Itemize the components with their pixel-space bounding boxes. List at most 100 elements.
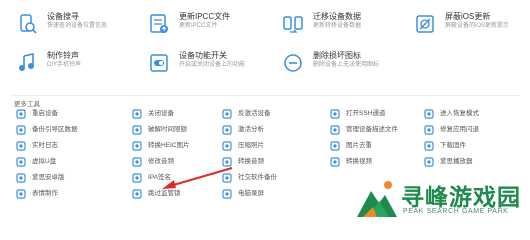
terminal-icon xyxy=(330,109,340,119)
tool-item[interactable]: 转换视频 xyxy=(330,156,372,168)
feature-title: 更新IPCC文件 xyxy=(179,12,231,21)
feature-block-ios-update[interactable]: 屏蔽iOS更新屏蔽设备的iOS更新提示 xyxy=(414,12,509,35)
feature-ipcc-update[interactable]: 更新IPCC文件 更新IPCC文件 xyxy=(148,12,230,35)
tool-label: 重启设备 xyxy=(32,110,58,117)
dedupe-photo-icon xyxy=(330,141,340,151)
tool-label: 修复应用闪退 xyxy=(440,126,479,133)
tool-label: 虚拟U盘 xyxy=(32,158,57,165)
tool-label: 修改音频 xyxy=(148,158,174,165)
feature-function-switch[interactable]: 设备功能开关开启或关闭设备上的功能 xyxy=(148,51,245,74)
feature-title: 设备搜寻 xyxy=(47,12,79,21)
unlock-time-icon xyxy=(132,125,142,135)
feature-title: 设备功能开关 xyxy=(179,51,227,60)
tool-item[interactable]: 破解时间限额 xyxy=(132,124,187,136)
feature-desc: 更新转移设备数据 xyxy=(313,23,362,29)
tool-item[interactable]: 爱思安卓版 xyxy=(16,172,65,184)
tool-label: 实时日志 xyxy=(32,142,58,149)
power-off-icon xyxy=(132,109,142,119)
tool-item[interactable]: 关闭设备 xyxy=(132,108,174,120)
tool-item[interactable]: 激活分析 xyxy=(222,124,264,136)
tool-item[interactable]: 爱思播放器 xyxy=(424,156,473,168)
tool-item[interactable]: 电脑录屏 xyxy=(222,188,264,200)
skip-supervision-icon xyxy=(132,189,142,199)
feature-title: 制作铃声 xyxy=(47,51,79,60)
backup-boot-icon xyxy=(16,125,26,135)
feature-desc: 开启或关闭设备上的功能 xyxy=(179,62,246,68)
activation-analysis-icon xyxy=(222,125,232,135)
tool-item[interactable]: 下载固件 xyxy=(424,140,466,152)
convert-audio-icon xyxy=(222,157,232,167)
tool-label: 转换HEIC图片 xyxy=(148,142,190,149)
tool-label: 打开SSH通道 xyxy=(346,110,386,117)
profile-manage-icon xyxy=(330,125,340,135)
tool-item[interactable]: 重启设备 xyxy=(16,108,58,120)
feature-ringtone[interactable]: 制作铃声 DIY手机铃声 xyxy=(16,51,81,74)
tool-label: 跳过监管锁 xyxy=(148,190,181,197)
repair-app-icon xyxy=(424,125,434,135)
watermark-text-en: PEAK SEARCH GAME PARK xyxy=(403,208,509,215)
feature-title: 屏蔽iOS更新 xyxy=(445,12,491,21)
tool-item[interactable]: 虚拟U盘 xyxy=(16,156,56,168)
recovery-mode-icon xyxy=(424,109,434,119)
block-ios-update-icon xyxy=(414,13,436,35)
tool-label: 转换音频 xyxy=(238,158,264,165)
player-icon xyxy=(424,157,434,167)
mountain-logo-icon xyxy=(357,181,397,217)
feature-title: 迁移设备数据 xyxy=(313,12,361,21)
tool-item[interactable]: IPA签名 xyxy=(132,172,171,184)
feature-desc: 屏蔽设备的iOS更新提示 xyxy=(445,23,510,29)
tool-label: 管理设备描述文件 xyxy=(346,126,398,133)
tool-label: 爱思安卓版 xyxy=(32,174,65,181)
edit-audio-icon xyxy=(132,157,142,167)
ipa-sign-icon xyxy=(132,173,142,183)
feature-grid: 设备搜寻 快速查询设备位置信息 更新IPCC文件 更新IPCC文件 迁移设备数据 更新… xyxy=(0,0,530,96)
tool-item[interactable]: 图片去重 xyxy=(330,140,372,152)
tool-item[interactable]: 社交软件备份 xyxy=(222,172,277,184)
emoji-icon xyxy=(16,189,26,199)
tool-item[interactable]: 表情制作 xyxy=(16,188,58,200)
tool-item[interactable]: 反激活设备 xyxy=(222,108,271,120)
feature-delete-broken-icon[interactable]: 删除损坏图标 删除设备上无法使用图标 xyxy=(282,51,379,74)
feature-desc: DIY手机铃声 xyxy=(47,62,82,68)
tool-label: 社交软件备份 xyxy=(238,174,277,181)
feature-desc: 更新IPCC文件 xyxy=(179,23,218,29)
tool-item[interactable]: 修复应用闪退 xyxy=(424,124,479,136)
feature-desc: 快速查询设备位置信息 xyxy=(47,23,108,29)
more-tools-heading: 更多工具 xyxy=(14,101,40,108)
tool-label: 转换视频 xyxy=(346,158,372,165)
tool-item[interactable]: 备份引导区数据 xyxy=(16,124,78,136)
feature-migrate-data[interactable]: 迁移设备数据 更新转移设备数据 xyxy=(282,12,361,35)
tool-item[interactable]: 压缩照片 xyxy=(222,140,264,152)
tool-label: 表情制作 xyxy=(32,190,58,197)
delete-broken-icon xyxy=(282,52,304,74)
android-icon xyxy=(16,173,26,183)
watermark-text-cn: 寻峰游戏园 xyxy=(401,185,521,211)
tool-label: 激活分析 xyxy=(238,126,264,133)
tool-item[interactable]: 实时日志 xyxy=(16,140,58,152)
tool-label: 反激活设备 xyxy=(238,110,271,117)
tool-item[interactable]: 转换HEIC图片 xyxy=(132,140,190,152)
tool-item[interactable]: 修改音频 xyxy=(132,156,174,168)
tool-label: 进入恢复模式 xyxy=(440,110,479,117)
screen-record-icon xyxy=(222,189,232,199)
ringtone-icon xyxy=(16,52,38,74)
social-backup-icon xyxy=(222,173,232,183)
tool-item[interactable]: 进入恢复模式 xyxy=(424,108,479,120)
tool-label: 破解时间限额 xyxy=(148,126,187,133)
migrate-device-data-icon xyxy=(282,13,304,35)
deactivate-icon xyxy=(222,109,232,119)
log-icon xyxy=(16,141,26,151)
restart-icon xyxy=(16,109,26,119)
tool-item[interactable]: 管理设备描述文件 xyxy=(330,124,398,136)
tool-item[interactable]: 跳过监管锁 xyxy=(132,188,181,200)
download-firmware-icon xyxy=(424,141,434,151)
tool-item[interactable]: 转换音频 xyxy=(222,156,264,168)
tool-label: 爱思播放器 xyxy=(440,158,473,165)
tool-label: 备份引导区数据 xyxy=(32,126,78,133)
tool-label: 下载固件 xyxy=(440,142,466,149)
tool-label: IPA签名 xyxy=(148,174,171,181)
feature-device-search[interactable]: 设备搜寻快速查询设备位置信息 xyxy=(16,12,107,35)
compress-photo-icon xyxy=(222,141,232,151)
tool-item[interactable]: 打开SSH通道 xyxy=(330,108,385,120)
ipcc-update-icon xyxy=(148,13,170,35)
